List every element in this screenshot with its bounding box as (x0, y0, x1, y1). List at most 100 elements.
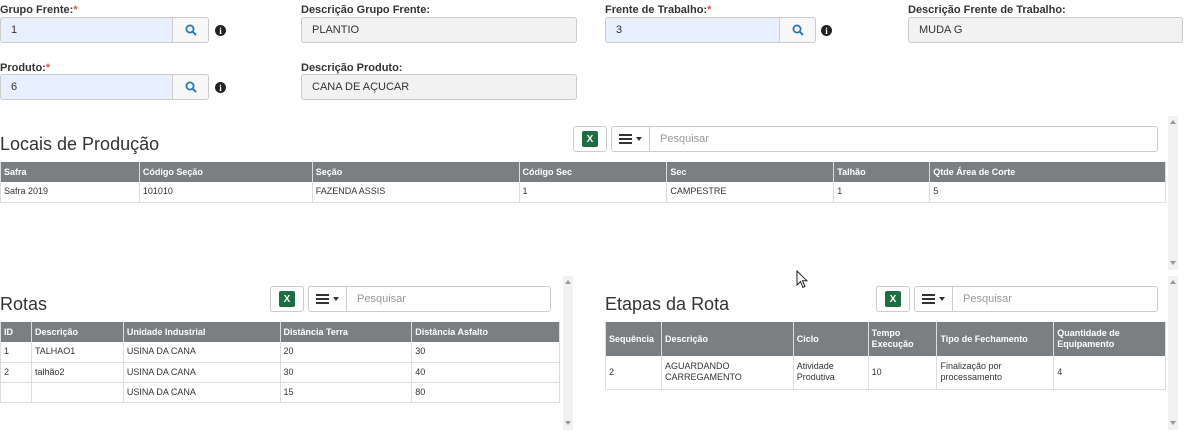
column-header[interactable]: Sec (666, 162, 835, 182)
scroll-up-icon[interactable] (1170, 120, 1176, 124)
column-header[interactable]: Código Seção (139, 162, 313, 182)
column-header[interactable]: Distância Asfalto (411, 322, 560, 342)
table-cell: 20 (280, 342, 413, 363)
frente-trabalho-input[interactable]: 3 (605, 17, 780, 43)
table-cell: AGUARDANDO CARREGAMENTO (661, 356, 794, 390)
rotas-search-input[interactable]: Pesquisar (347, 286, 551, 312)
table-cell: USINA DA CANA (123, 362, 281, 383)
table-cell: USINA DA CANA (123, 342, 281, 363)
mouse-cursor-icon (796, 270, 808, 289)
column-header[interactable]: Tipo de Fechamento (936, 322, 1055, 356)
desc-frente-trabalho-field: MUDA G (908, 17, 1183, 43)
table-cell: talhão2 (31, 362, 124, 383)
column-header[interactable]: Unidade Industrial (123, 322, 281, 342)
column-header[interactable]: Código Sec (519, 162, 668, 182)
locais-title: Locais de Produção (0, 134, 160, 154)
table-cell: USINA DA CANA (123, 382, 281, 403)
rotas-scrollbar[interactable] (563, 276, 573, 430)
table-cell: Safra 2019 (0, 182, 140, 203)
grupo-frente-search-button[interactable] (173, 17, 209, 43)
info-icon[interactable]: i (215, 25, 226, 36)
table-cell: 30 (411, 342, 560, 363)
etapas-columns-button[interactable] (914, 286, 953, 312)
desc-grupo-frente-field: PLANTIO (301, 17, 577, 43)
table-cell: 80 (411, 382, 560, 403)
chevron-down-icon (939, 297, 945, 301)
table-cell: 101010 (139, 182, 313, 203)
table-row[interactable]: USINA DA CANA 15 80 (0, 382, 560, 403)
rotas-table: ID Descrição Unidade Industrial Distânci… (0, 322, 560, 403)
etapas-title: Etapas da Rota (605, 294, 730, 314)
scroll-down-icon[interactable] (1170, 261, 1176, 265)
excel-icon: X (279, 291, 295, 307)
produto-label: Produto:* (0, 62, 51, 74)
produto-search-button[interactable] (173, 74, 209, 100)
info-icon[interactable]: i (215, 82, 226, 93)
locais-search-input[interactable]: Pesquisar (650, 126, 1158, 152)
table-cell: Finalização por processamento (936, 356, 1055, 390)
columns-menu-icon (922, 294, 935, 304)
table-cell: 1 (0, 342, 32, 363)
scroll-down-icon[interactable] (565, 421, 571, 425)
columns-menu-icon (619, 134, 632, 144)
table-cell: 40 (411, 362, 560, 383)
table-cell: 15 (280, 382, 413, 403)
frente-trabalho-label: Frente de Trabalho:* (605, 4, 712, 16)
etapas-export-excel-button[interactable]: X (876, 286, 910, 312)
table-cell: 10 (868, 356, 938, 390)
excel-icon: X (582, 131, 598, 147)
table-cell: Atividade Produtiva (793, 356, 869, 390)
column-header[interactable]: Safra (0, 162, 140, 182)
table-cell (31, 382, 124, 403)
table-row[interactable]: Safra 2019 101010 FAZENDA ASSIS 1 CAMPES… (0, 182, 1166, 203)
search-icon (792, 24, 804, 36)
scroll-up-icon[interactable] (565, 280, 571, 284)
rotas-table-wrap: ID Descrição Unidade Industrial Distânci… (0, 322, 560, 403)
column-header[interactable]: ID (0, 322, 32, 342)
locais-table-wrap: Safra Código Seção Seção Código Sec Sec … (0, 162, 1166, 203)
column-header[interactable]: Descrição (661, 322, 794, 356)
column-header[interactable]: Qtde Área de Corte (929, 162, 1166, 182)
table-cell: 2 (0, 362, 32, 383)
locais-scrollbar[interactable] (1168, 116, 1178, 270)
columns-menu-icon (316, 294, 329, 304)
locais-columns-button[interactable] (611, 126, 650, 152)
table-row[interactable]: 2 talhão2 USINA DA CANA 30 40 (0, 362, 560, 383)
column-header[interactable]: Distância Terra (280, 322, 413, 342)
locais-export-excel-button[interactable]: X (573, 126, 607, 152)
column-header[interactable]: Quantidade de Equipamento (1053, 322, 1166, 356)
etapas-table-wrap: Sequência Descrição Ciclo Tempo Execução… (605, 322, 1166, 390)
info-icon[interactable]: i (821, 25, 832, 36)
desc-frente-trabalho-label: Descrição Frente de Trabalho: (908, 4, 1066, 16)
produto-input[interactable]: 6 (0, 74, 173, 100)
grupo-frente-label: Grupo Frente:* (0, 4, 78, 16)
rotas-columns-button[interactable] (308, 286, 347, 312)
column-header[interactable]: Tempo Execução (868, 322, 938, 356)
table-row[interactable]: 1 TALHAO1 USINA DA CANA 20 30 (0, 342, 560, 363)
table-row[interactable]: 2 AGUARDANDO CARREGAMENTO Atividade Prod… (605, 356, 1166, 390)
table-cell (0, 382, 32, 403)
desc-produto-field: CANA DE AÇUCAR (301, 74, 577, 100)
etapas-table: Sequência Descrição Ciclo Tempo Execução… (605, 322, 1166, 390)
excel-icon: X (885, 291, 901, 307)
frente-trabalho-search-button[interactable] (780, 17, 816, 43)
column-header[interactable]: Descrição (31, 322, 124, 342)
scroll-down-icon[interactable] (1170, 421, 1176, 425)
table-cell: 4 (1053, 356, 1166, 390)
column-header[interactable]: Talhão (833, 162, 931, 182)
table-cell: CAMPESTRE (666, 182, 835, 203)
grupo-frente-input[interactable]: 1 (0, 17, 173, 43)
table-cell: 5 (929, 182, 1166, 203)
column-header[interactable]: Seção (312, 162, 520, 182)
etapas-search-input[interactable]: Pesquisar (953, 286, 1158, 312)
chevron-down-icon (333, 297, 339, 301)
chevron-down-icon (636, 137, 642, 141)
column-header[interactable]: Ciclo (793, 322, 869, 356)
rotas-export-excel-button[interactable]: X (270, 286, 304, 312)
etapas-scrollbar[interactable] (1168, 276, 1178, 430)
scroll-up-icon[interactable] (1170, 280, 1176, 284)
table-cell: 1 (519, 182, 668, 203)
table-cell: FAZENDA ASSIS (312, 182, 520, 203)
table-cell: TALHAO1 (31, 342, 124, 363)
column-header[interactable]: Sequência (605, 322, 662, 356)
